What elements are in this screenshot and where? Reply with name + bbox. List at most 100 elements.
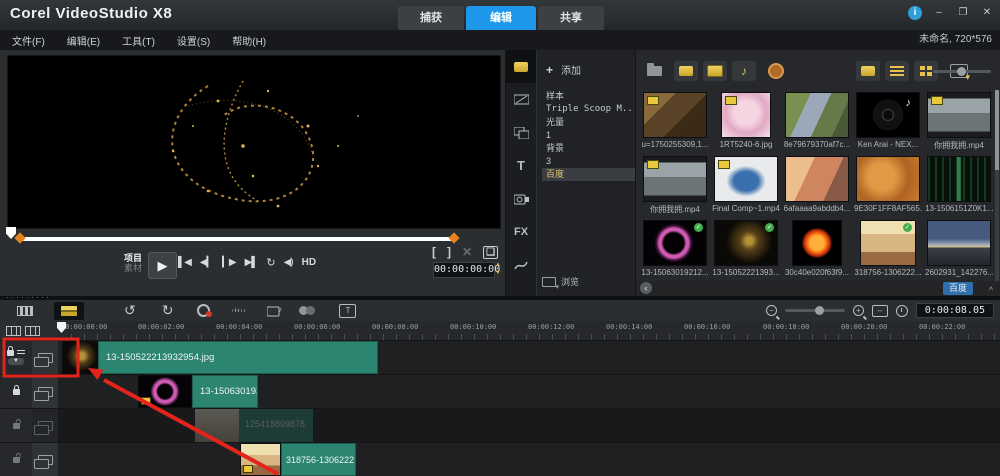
clip-thumbnail[interactable] bbox=[240, 443, 281, 476]
trim-handle-end[interactable] bbox=[448, 232, 460, 244]
overlay2-track-content[interactable]: 125418899878 bbox=[58, 409, 1000, 442]
import-folder-icon[interactable] bbox=[642, 61, 666, 81]
volume-icon[interactable]: ◀) bbox=[284, 257, 294, 268]
scrubber-bar[interactable] bbox=[22, 237, 452, 241]
mark-in-icon[interactable]: [ bbox=[432, 245, 436, 259]
thumbnail-size-slider[interactable] bbox=[933, 67, 991, 76]
overlay1-track-header[interactable] bbox=[0, 375, 33, 408]
go-start-icon[interactable]: ▌◀ bbox=[178, 257, 192, 268]
menu-edit[interactable]: 编辑(E) bbox=[67, 33, 100, 48]
gallery-item-triple-scoop[interactable]: Triple Scoop M... bbox=[542, 103, 638, 116]
slider-knob[interactable] bbox=[957, 67, 966, 76]
library-item[interactable]: 2602931_142276... bbox=[925, 218, 993, 282]
track-expand-button[interactable]: ▼ bbox=[8, 358, 24, 365]
clip-thumbnail[interactable] bbox=[62, 341, 98, 374]
timeline-view-icon[interactable] bbox=[54, 301, 84, 320]
close-icon[interactable]: ✕ bbox=[980, 6, 994, 20]
tab-edit[interactable]: 编辑 bbox=[466, 6, 536, 30]
library-item[interactable]: Final Comp~1.mp4 bbox=[712, 154, 780, 218]
auto-music-icon[interactable]: ♪ bbox=[267, 304, 283, 317]
add-gallery-button[interactable]: + 添加 bbox=[546, 62, 581, 78]
menu-settings[interactable]: 设置(S) bbox=[177, 33, 210, 48]
media-library-icon[interactable] bbox=[506, 50, 536, 83]
menu-tools[interactable]: 工具(T) bbox=[122, 33, 155, 48]
graphics-icon[interactable] bbox=[506, 182, 536, 215]
preview-timecode[interactable]: 00:00:00:00 bbox=[433, 262, 500, 278]
library-item[interactable]: ✓ 13-15052221393... bbox=[712, 218, 780, 282]
gallery-item-3[interactable]: 3 bbox=[542, 155, 638, 168]
library-item[interactable]: 6afaaaa9abddb4... bbox=[783, 154, 851, 218]
sound-mixer-icon[interactable] bbox=[232, 305, 248, 316]
fit-project-icon[interactable]: ↔ bbox=[871, 304, 888, 317]
clip-thumbnail[interactable] bbox=[138, 375, 192, 408]
ruler-scale[interactable]: 00:00:00:00 00:00:02:00 00:00:04:00 00:0… bbox=[57, 321, 1000, 340]
mode-clip-label[interactable]: 素材 bbox=[116, 263, 142, 273]
timeline-clip-overlay3[interactable]: 318756-1306222 bbox=[281, 443, 356, 476]
storyboard-view-icon[interactable] bbox=[10, 302, 40, 320]
lock-icon[interactable] bbox=[12, 384, 20, 395]
enlarge-icon[interactable]: ❏ bbox=[483, 245, 499, 259]
overlay-icon[interactable] bbox=[506, 116, 536, 149]
tab-share[interactable]: 共享 bbox=[538, 6, 604, 30]
stepper-up-icon[interactable]: ▲ bbox=[495, 261, 501, 269]
video-preview[interactable] bbox=[7, 55, 501, 229]
library-item[interactable]: 9E30F1FF8AF565... bbox=[854, 154, 922, 218]
ripple-edit-icon[interactable] bbox=[299, 305, 317, 316]
library-item[interactable]: 1RT5240-6.jpg bbox=[712, 90, 780, 154]
view-thumbnail-icon[interactable] bbox=[856, 61, 880, 81]
gallery-item-lightray[interactable]: 光量 bbox=[542, 116, 638, 129]
unlock-icon[interactable] bbox=[12, 456, 20, 463]
filter-audio-icon[interactable]: ♪ bbox=[732, 61, 756, 81]
unlock-icon[interactable] bbox=[12, 422, 20, 429]
transition-icon[interactable] bbox=[506, 83, 536, 116]
library-item[interactable]: ✓ 13-15063019212... bbox=[641, 218, 709, 282]
menu-help[interactable]: 帮助(H) bbox=[232, 33, 266, 48]
zoom-out-icon[interactable]: − bbox=[765, 305, 777, 316]
library-item[interactable]: 8e79679370af7c... bbox=[783, 90, 851, 154]
track-layout-alt-icon[interactable] bbox=[25, 325, 40, 336]
library-item[interactable]: 你拥我拥.mp4 bbox=[641, 154, 709, 218]
overlay2-track-swap-button[interactable] bbox=[32, 409, 59, 442]
overlay3-track-header[interactable] bbox=[0, 443, 33, 476]
timeline-zoom-slider[interactable] bbox=[784, 306, 845, 315]
prev-frame-icon[interactable]: ◀▎ bbox=[200, 257, 214, 268]
stepper-down-icon[interactable]: ▼ bbox=[495, 269, 501, 277]
browse-button[interactable]: 浏览 bbox=[542, 275, 579, 291]
subtitle-icon[interactable]: T bbox=[339, 303, 357, 318]
library-item[interactable]: u=1750255309,1... bbox=[641, 90, 709, 154]
overlay1-track-swap-button[interactable] bbox=[32, 375, 59, 408]
help-icon[interactable]: i bbox=[908, 6, 922, 20]
gallery-item-samples[interactable]: 样本 bbox=[542, 90, 638, 103]
redo-icon[interactable]: ↻ bbox=[162, 302, 174, 319]
track-layout-icon[interactable] bbox=[6, 325, 21, 336]
back-button[interactable]: ‹ bbox=[640, 282, 652, 294]
timeline-clip-overlay1[interactable]: 13-150630192 bbox=[192, 375, 258, 408]
view-list-icon[interactable] bbox=[885, 61, 909, 81]
library-item[interactable]: ✓ 318756-1306222... bbox=[854, 218, 922, 282]
overlay3-track-content[interactable]: 318756-1306222 bbox=[58, 443, 1000, 476]
minimize-icon[interactable]: – bbox=[932, 6, 946, 20]
library-scrollbar[interactable] bbox=[995, 90, 999, 286]
motion-path-icon[interactable] bbox=[506, 248, 536, 281]
title-icon[interactable]: T bbox=[506, 149, 536, 182]
video-track-content[interactable]: 13-150522213932954.jpg bbox=[58, 341, 1000, 374]
overlay1-track-content[interactable]: 13-150630192 bbox=[58, 375, 1000, 408]
zoom-in-icon[interactable]: + bbox=[852, 305, 864, 316]
overlay2-track-header[interactable] bbox=[0, 409, 33, 442]
mark-out-icon[interactable]: ] bbox=[447, 245, 451, 259]
timeline-clip-video[interactable]: 13-150522213932954.jpg bbox=[98, 341, 378, 374]
video-track-swap-button[interactable] bbox=[32, 341, 59, 374]
collapse-icon[interactable]: ^ bbox=[989, 285, 993, 295]
menu-file[interactable]: 文件(F) bbox=[12, 33, 45, 48]
zoom-slider-knob[interactable] bbox=[814, 306, 824, 315]
filter-photo-icon[interactable] bbox=[703, 61, 727, 81]
record-capture-option-icon[interactable] bbox=[197, 304, 213, 317]
trim-handle-start[interactable] bbox=[14, 232, 26, 244]
timeline-ruler[interactable]: 00:00:00:00 00:00:02:00 00:00:04:00 00:0… bbox=[0, 321, 1000, 341]
timecode-stepper[interactable]: ▲ ▼ bbox=[495, 261, 501, 277]
undo-icon[interactable]: ↺ bbox=[124, 302, 136, 319]
play-button[interactable]: ▶ bbox=[148, 252, 177, 279]
tab-capture[interactable]: 捕获 bbox=[398, 6, 464, 30]
gallery-item-1[interactable]: 1 bbox=[542, 129, 638, 142]
mode-project-label[interactable]: 项目 bbox=[116, 253, 142, 263]
